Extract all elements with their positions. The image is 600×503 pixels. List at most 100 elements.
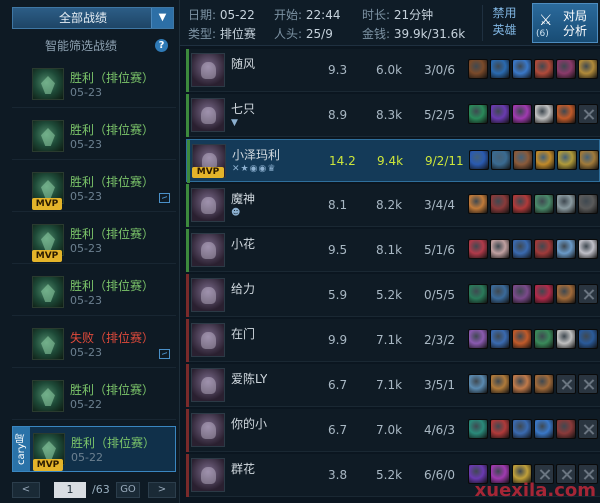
hero-portrait[interactable]: [191, 323, 225, 357]
item-icon[interactable]: [534, 419, 554, 439]
screenshot-icon[interactable]: [159, 193, 170, 203]
player-name[interactable]: 随风: [231, 55, 255, 72]
hero-portrait[interactable]: [191, 368, 225, 402]
banned-heroes-button[interactable]: 禁用 英雄: [482, 5, 526, 41]
player-name[interactable]: 在门: [231, 325, 255, 342]
item-icon[interactable]: [535, 150, 555, 170]
hero-portrait[interactable]: [191, 458, 225, 492]
item-icon[interactable]: [534, 239, 554, 259]
page-number-input[interactable]: 1: [54, 482, 86, 498]
player-name[interactable]: 群花: [231, 460, 255, 477]
item-icon[interactable]: [556, 239, 576, 259]
item-icon[interactable]: [469, 150, 489, 170]
item-icon[interactable]: [534, 194, 554, 214]
item-icon[interactable]: [513, 150, 533, 170]
player-name[interactable]: 魔神: [231, 190, 255, 207]
item-icon[interactable]: [491, 150, 511, 170]
item-icon[interactable]: [468, 329, 488, 349]
item-icon[interactable]: [578, 239, 598, 259]
item-icon[interactable]: [468, 59, 488, 79]
item-icon[interactable]: [556, 329, 576, 349]
item-icon[interactable]: [468, 419, 488, 439]
item-icon[interactable]: [512, 59, 532, 79]
screenshot-icon[interactable]: [159, 349, 170, 359]
item-icon[interactable]: [512, 239, 532, 259]
player-name[interactable]: 七只: [231, 100, 255, 117]
item-icon[interactable]: [579, 150, 599, 170]
chevron-down-icon[interactable]: ▼: [151, 8, 173, 28]
prev-page-button[interactable]: <: [12, 482, 40, 498]
item-icon[interactable]: [490, 419, 510, 439]
hero-portrait[interactable]: [191, 233, 225, 267]
item-icon[interactable]: [534, 104, 554, 124]
next-page-button[interactable]: >: [148, 482, 176, 498]
item-icon[interactable]: [557, 150, 577, 170]
player-row[interactable]: 在门 9.9 7.1k 2/3/2: [186, 319, 600, 362]
item-icon[interactable]: [556, 194, 576, 214]
item-icon[interactable]: [490, 284, 510, 304]
hero-portrait[interactable]: [191, 53, 225, 87]
player-score: 8.9: [328, 108, 348, 122]
player-name[interactable]: 给力: [231, 280, 255, 297]
match-list-item[interactable]: 失败（排位赛） 05-23: [12, 322, 176, 368]
player-row[interactable]: 给力 5.9 5.2k 0/5/5: [186, 274, 600, 317]
match-list-item[interactable]: 胜利（排位赛） 05-23: [12, 270, 176, 316]
item-icon[interactable]: [578, 59, 598, 79]
item-icon[interactable]: [578, 194, 598, 214]
item-icon[interactable]: [468, 239, 488, 259]
hero-portrait[interactable]: [191, 278, 225, 312]
item-icon[interactable]: [578, 329, 598, 349]
item-icon[interactable]: [534, 284, 554, 304]
item-icon[interactable]: [534, 329, 554, 349]
item-icon[interactable]: [490, 194, 510, 214]
hero-portrait[interactable]: [191, 98, 225, 132]
player-row[interactable]: 随风 9.3 6.0k 3/0/6: [186, 49, 600, 92]
item-icon[interactable]: [512, 329, 532, 349]
item-icon[interactable]: [512, 374, 532, 394]
item-icon[interactable]: [490, 374, 510, 394]
item-icon[interactable]: [534, 374, 554, 394]
player-row[interactable]: 你的小 6.7 7.0k 4/6/3: [186, 409, 600, 452]
match-list-item[interactable]: MVP 胜利（排位赛） 05-23: [12, 166, 176, 212]
match-list-item[interactable]: MVP 胜利（排位赛） 05-23: [12, 218, 176, 264]
player-name[interactable]: 爱陈LY: [231, 370, 267, 387]
item-icon[interactable]: [490, 239, 510, 259]
item-slots: [468, 239, 598, 261]
item-icon[interactable]: [468, 284, 488, 304]
match-list-item[interactable]: cary局 MVP 胜利（排位赛） 05-22: [12, 426, 176, 472]
item-icon[interactable]: [512, 284, 532, 304]
item-icon[interactable]: [512, 194, 532, 214]
player-name[interactable]: 小泽玛利: [232, 146, 280, 163]
player-name[interactable]: 小花: [231, 235, 255, 252]
item-icon[interactable]: [556, 284, 576, 304]
all-records-filter[interactable]: 全部战绩 ▼: [12, 7, 174, 29]
player-row[interactable]: 魔神 ☻ 8.1 8.2k 3/4/4: [186, 184, 600, 227]
item-icon[interactable]: [468, 104, 488, 124]
item-icon[interactable]: [512, 104, 532, 124]
item-icon[interactable]: [556, 104, 576, 124]
help-icon[interactable]: ?: [155, 39, 168, 52]
smart-filter[interactable]: 智能筛选战绩 ?: [12, 36, 174, 56]
player-row[interactable]: 爱陈LY 6.7 7.1k 3/5/1: [186, 364, 600, 407]
item-icon[interactable]: [534, 59, 554, 79]
go-button[interactable]: GO: [116, 482, 140, 498]
match-analysis-button[interactable]: ⚔ (6) 对局 分析: [532, 3, 598, 43]
player-row[interactable]: 小花 9.5 8.1k 5/1/6: [186, 229, 600, 272]
hero-portrait[interactable]: [191, 413, 225, 447]
item-icon[interactable]: [468, 194, 488, 214]
match-list-item[interactable]: 胜利（排位赛） 05-22: [12, 374, 176, 420]
player-name[interactable]: 你的小: [231, 415, 267, 432]
player-row[interactable]: 七只 ▼ 8.9 8.3k 5/2/5: [186, 94, 600, 137]
item-icon[interactable]: [556, 419, 576, 439]
item-icon[interactable]: [512, 419, 532, 439]
item-icon[interactable]: [468, 374, 488, 394]
match-result: 胜利（排位赛）: [70, 175, 155, 189]
item-icon[interactable]: [490, 104, 510, 124]
item-icon[interactable]: [556, 59, 576, 79]
item-icon[interactable]: [490, 59, 510, 79]
hero-portrait[interactable]: [191, 188, 225, 222]
item-icon[interactable]: [490, 329, 510, 349]
match-list-item[interactable]: 胜利（排位赛） 05-23: [12, 114, 176, 160]
match-list-item[interactable]: 胜利（排位赛） 05-23: [12, 62, 176, 108]
player-row[interactable]: MVP 小泽玛利 ✕★◉◉♛ 14.2 9.4k 9/2/11: [186, 139, 600, 183]
